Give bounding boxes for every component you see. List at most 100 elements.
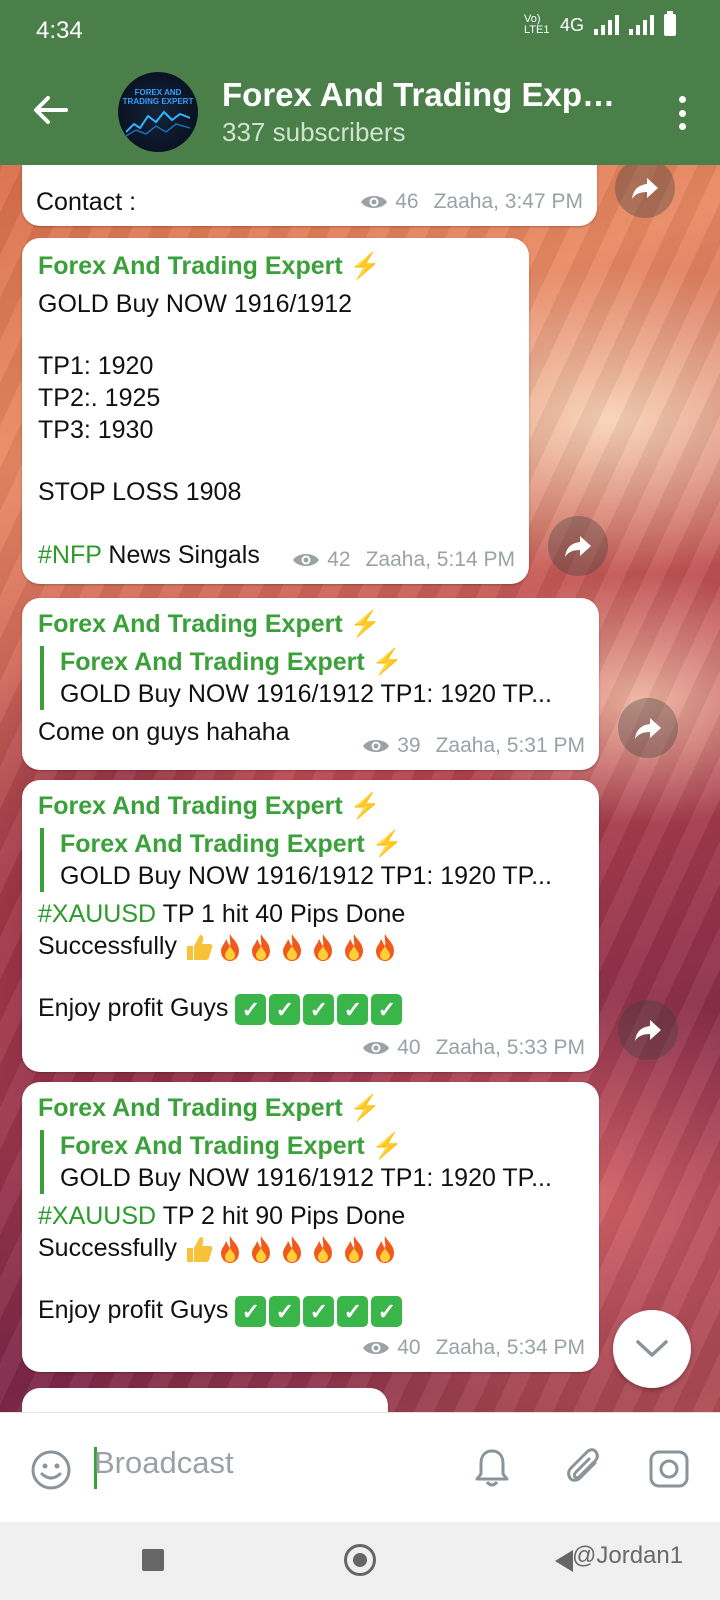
- message-line: TP1: 1920: [38, 352, 154, 380]
- watermark: @Jordan1: [572, 1542, 684, 1569]
- forward-button[interactable]: [618, 1000, 678, 1060]
- reply-quote[interactable]: Forex And Trading Expert ⚡ GOLD Buy NOW …: [40, 646, 588, 710]
- scroll-down-button[interactable]: [613, 1310, 691, 1388]
- check-mark-icon: ✓: [337, 1296, 369, 1328]
- check-mark-icon: ✓: [303, 1296, 335, 1328]
- message-line: STOP LOSS 1908: [38, 478, 242, 506]
- lightning-icon: ⚡: [371, 648, 403, 676]
- check-mark-icon: ✓: [303, 994, 335, 1026]
- message-author: Forex And Trading Expert ⚡: [38, 1094, 381, 1122]
- message-meta: 40 Zaaha, 5:34 PM: [362, 1336, 585, 1360]
- lightning-icon: ⚡: [349, 792, 381, 820]
- message-bubble[interactable]: Forex And Trading Expert ⚡ Forex And Tra…: [22, 598, 599, 770]
- reply-text: GOLD Buy NOW 1916/1912 TP1: 1920 TP...: [60, 1164, 552, 1192]
- check-mark-icon: ✓: [269, 1296, 301, 1328]
- fire-icon: [313, 934, 332, 962]
- lightning-icon: ⚡: [349, 252, 381, 280]
- views-eye-icon: [363, 1342, 390, 1354]
- check-mark-icon: ✓: [337, 994, 369, 1026]
- message-time: Zaaha, 5:34 PM: [435, 1336, 585, 1359]
- reply-text: GOLD Buy NOW 1916/1912 TP1: 1920 TP...: [60, 862, 552, 890]
- lightning-icon: ⚡: [371, 830, 403, 858]
- share-arrow-icon: [635, 1020, 661, 1041]
- lightning-icon: ⚡: [349, 610, 381, 638]
- check-mark-icon: ✓: [371, 1296, 403, 1328]
- views-eye-icon: [363, 1042, 390, 1054]
- message-author: Forex And Trading Expert ⚡: [38, 252, 381, 280]
- thumbs-up-icon: [186, 1237, 213, 1263]
- message-bubble[interactable]: Forex And Trading Expert ⚡ GOLD Buy NOW …: [22, 238, 529, 584]
- fire-icon: [220, 934, 239, 962]
- chart-graphic-icon: [126, 110, 190, 137]
- fire-icon: [344, 1236, 363, 1264]
- emoji-icon[interactable]: [30, 1449, 72, 1491]
- view-count: 39: [397, 734, 421, 757]
- share-arrow-icon: [632, 178, 658, 199]
- view-count: 46: [395, 190, 419, 213]
- views-eye-icon: [293, 554, 320, 566]
- message-line: #XAUUSD TP 1 hit 40 Pips Done: [38, 900, 406, 928]
- hashtag-link[interactable]: #XAUUSD: [38, 1202, 156, 1230]
- message-line: Successfully: [38, 1232, 588, 1264]
- recent-apps-button[interactable]: [142, 1549, 164, 1571]
- channel-avatar[interactable]: FOREX AND TRADING EXPERT: [118, 72, 198, 152]
- reply-text: GOLD Buy NOW 1916/1912 TP1: 1920 TP...: [60, 680, 552, 708]
- forward-button[interactable]: [618, 698, 678, 758]
- fire-icon: [375, 934, 394, 962]
- fire-icon: [251, 1236, 270, 1264]
- reply-author: Forex And Trading Expert ⚡: [60, 648, 403, 676]
- bell-icon[interactable]: [474, 1447, 510, 1489]
- camera-icon[interactable]: [648, 1449, 690, 1489]
- message-text: Contact :: [36, 188, 137, 216]
- message-meta: 42 Zaaha, 5:14 PM: [292, 548, 515, 572]
- message-bubble[interactable]: Forex And Trading Expert ⚡ Forex And Tra…: [22, 780, 599, 1072]
- emoji-row: [184, 1234, 400, 1264]
- reply-quote[interactable]: Forex And Trading Expert ⚡ GOLD Buy NOW …: [40, 1130, 588, 1194]
- signal-icon-2: [629, 15, 654, 35]
- view-count: 40: [397, 1036, 421, 1059]
- message-meta: 39 Zaaha, 5:31 PM: [362, 734, 585, 758]
- check-mark-icon: ✓: [371, 994, 403, 1026]
- message-line: TP2:. 1925: [38, 384, 161, 412]
- broadcast-input[interactable]: Broadcast: [94, 1445, 234, 1481]
- view-count: 40: [397, 1336, 421, 1359]
- check-mark-icon: ✓: [269, 994, 301, 1026]
- back-arrow-icon[interactable]: [30, 90, 70, 130]
- message-line: TP3: 1930: [38, 416, 154, 444]
- more-menu-icon[interactable]: [676, 96, 688, 130]
- check-mark-icon: ✓: [235, 994, 267, 1026]
- lightning-icon: ⚡: [349, 1094, 381, 1122]
- fire-icon: [313, 1236, 332, 1264]
- hashtag-link[interactable]: #NFP: [38, 541, 101, 569]
- message-line-blank: [38, 320, 381, 350]
- subscriber-count: 337 subscribers: [222, 117, 406, 147]
- battery-icon: [664, 11, 676, 36]
- emoji-row: [184, 932, 400, 962]
- forward-button[interactable]: [615, 158, 675, 218]
- reply-author: Forex And Trading Expert ⚡: [60, 830, 403, 858]
- thumbs-up-icon: [186, 935, 213, 961]
- status-icons: Vo) LTE1 4G: [524, 11, 676, 36]
- network-label: 4G: [559, 14, 584, 35]
- system-nav-bar: @Jordan1: [0, 1522, 720, 1600]
- signal-icon: [594, 15, 619, 35]
- message-line: GOLD Buy NOW 1916/1912: [38, 290, 353, 318]
- forward-button[interactable]: [548, 516, 608, 576]
- fire-icon: [344, 934, 363, 962]
- message-time: Zaaha, 5:31 PM: [435, 734, 585, 757]
- channel-title[interactable]: Forex And Trading Expert...: [222, 76, 632, 114]
- message-bubble[interactable]: Forex And Trading Expert ⚡ Forex And Tra…: [22, 1082, 599, 1372]
- avatar-logo-text: FOREX AND TRADING EXPERT: [122, 88, 194, 106]
- paperclip-icon[interactable]: [565, 1447, 605, 1489]
- message-time: Zaaha, 5:14 PM: [365, 548, 515, 571]
- message-time: Zaaha, 5:33 PM: [435, 1036, 585, 1059]
- hashtag-link[interactable]: #XAUUSD: [38, 900, 156, 928]
- back-button[interactable]: [555, 1550, 573, 1572]
- message-line: #XAUUSD TP 2 hit 90 Pips Done: [38, 1202, 406, 1230]
- message-line: Enjoy profit Guys ✓ ✓ ✓ ✓ ✓: [38, 992, 588, 1026]
- reply-quote[interactable]: Forex And Trading Expert ⚡ GOLD Buy NOW …: [40, 828, 588, 892]
- home-button[interactable]: [344, 1544, 376, 1576]
- message-author: Forex And Trading Expert ⚡: [38, 610, 381, 638]
- share-arrow-icon: [565, 536, 591, 557]
- check-mark-icon: ✓: [235, 1296, 267, 1328]
